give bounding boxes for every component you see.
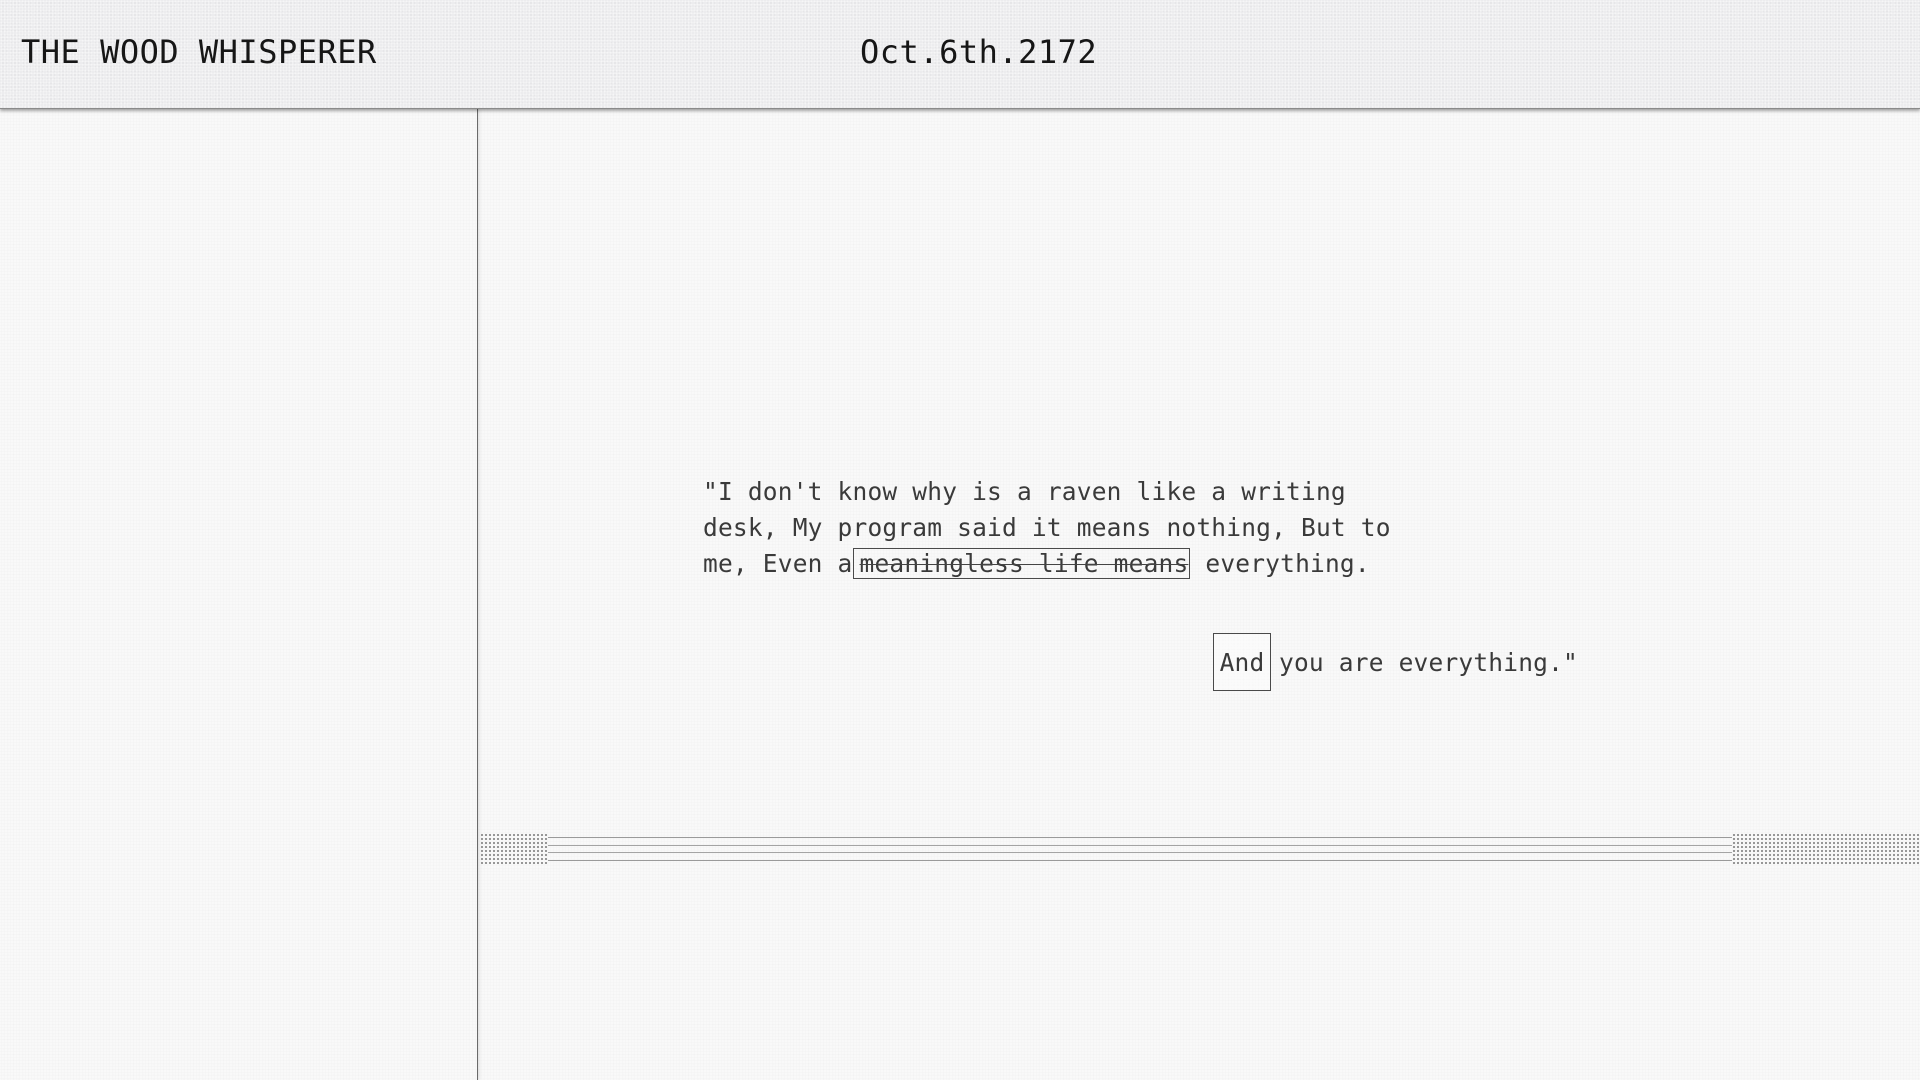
dialogue-quote: "I don't know why is a raven like a writ… bbox=[703, 474, 1423, 582]
dialogue-answer-line: And you are everything." bbox=[1213, 632, 1578, 692]
game-screen: THE WOOD WHISPERER Oct.6th.2172 "I don't… bbox=[0, 0, 1920, 1080]
decorative-divider bbox=[480, 833, 1920, 865]
dotted-pattern-icon bbox=[480, 833, 548, 865]
divider-lines bbox=[548, 837, 1732, 861]
answer-text: you are everything." bbox=[1279, 647, 1579, 677]
word-choice-box[interactable]: And bbox=[1213, 633, 1271, 691]
quote-text-end: everything. bbox=[1190, 549, 1370, 578]
game-title: THE WOOD WHISPERER bbox=[21, 33, 377, 71]
in-game-date: Oct.6th.2172 bbox=[860, 33, 1098, 71]
dotted-pattern-icon bbox=[1732, 833, 1920, 865]
highlighted-phrase-choice[interactable]: meaningless life means bbox=[852, 548, 1191, 579]
top-header-bar: THE WOOD WHISPERER Oct.6th.2172 bbox=[0, 0, 1920, 109]
left-side-panel bbox=[0, 108, 478, 1080]
